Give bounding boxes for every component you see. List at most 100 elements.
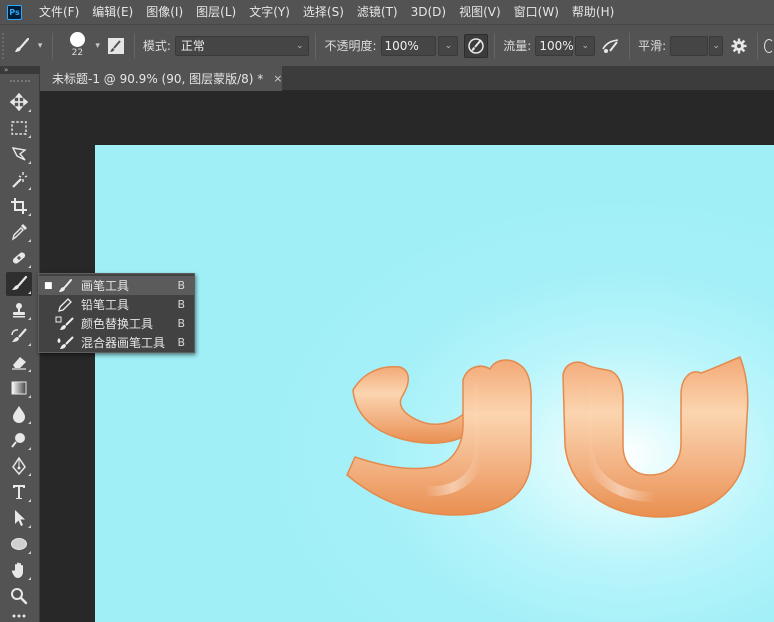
clone-stamp-tool[interactable]	[6, 298, 32, 322]
brush-tip-icon	[69, 31, 85, 47]
eraser-icon	[12, 357, 26, 370]
lasso-icon	[11, 147, 27, 161]
smoothing-label: 平滑:	[638, 39, 667, 53]
ellipse-tool[interactable]	[6, 532, 32, 556]
mode-label: 模式:	[142, 39, 171, 53]
history-brush-tool[interactable]	[6, 324, 32, 348]
magic-wand-icon	[12, 172, 28, 188]
eraser-tool[interactable]	[6, 350, 32, 374]
shortcut-key: B	[177, 317, 185, 330]
path-selection-tool[interactable]	[6, 506, 32, 530]
chevron-down-icon[interactable]: ▾	[38, 41, 43, 51]
tool-preset-brush-icon[interactable]	[10, 34, 34, 58]
menu-view[interactable]: 视图(V)	[459, 0, 501, 24]
move-tool[interactable]	[6, 90, 32, 114]
collapse-icon[interactable]: »	[4, 66, 8, 74]
flow-input[interactable]: 100%	[535, 35, 574, 56]
type-tool[interactable]	[6, 480, 32, 504]
color-replacement-icon	[55, 316, 75, 332]
menu-window[interactable]: 窗口(W)	[514, 0, 559, 24]
mode-select[interactable]: 正常 ⌄	[174, 35, 310, 56]
photoshop-window: Ps 文件(F) 编辑(E) 图像(I) 图层(L) 文字(Y) 选择(S) 滤…	[0, 0, 774, 622]
lasso-tool[interactable]	[6, 142, 32, 166]
divider	[757, 32, 759, 59]
shortcut-key: B	[177, 279, 185, 292]
opacity-dropdown[interactable]: ⌄	[438, 35, 459, 56]
toolbar-header[interactable]: »	[0, 66, 40, 74]
crop-tool[interactable]	[6, 194, 32, 218]
menu-select[interactable]: 选择(S)	[303, 0, 344, 24]
ps-logo[interactable]: Ps	[7, 4, 22, 20]
document-canvas[interactable]	[95, 145, 774, 622]
opacity-input[interactable]: 100%	[380, 35, 437, 56]
brush-icon	[12, 275, 28, 290]
flyout-label: 混合器画笔工具	[81, 336, 166, 350]
zoom-tool[interactable]	[6, 584, 32, 608]
bandage-icon	[12, 252, 26, 264]
gradient-tool[interactable]	[6, 376, 32, 400]
menu-help[interactable]: 帮助(H)	[572, 0, 614, 24]
history-brush-icon	[11, 328, 27, 342]
divider	[629, 32, 631, 59]
menu-3d[interactable]: 3D(D)	[411, 0, 446, 24]
mixer-brush-icon	[55, 335, 75, 351]
flyout-item-pencil[interactable]: 铅笔工具 B	[39, 295, 194, 314]
options-bar: ▾ 22 ▾ 模式: 正常 ⌄ 不透明度: 100% ⌄ 流量: 100% ⌄ …	[0, 24, 774, 66]
shortcut-key: B	[177, 336, 185, 349]
flow-label: 流量:	[503, 39, 532, 53]
menu-filter[interactable]: 滤镜(T)	[357, 0, 398, 24]
smoothing-dropdown[interactable]: ⌄	[709, 35, 724, 56]
selected-bullet: ■	[44, 280, 53, 291]
flyout-item-mixer-brush[interactable]: 混合器画笔工具 B	[39, 333, 194, 352]
options-grip[interactable]	[2, 32, 10, 59]
menu-layer[interactable]: 图层(L)	[196, 0, 236, 24]
document-tab-bar: 未标题-1 @ 90.9% (90, 图层蒙版/8) * ×	[40, 66, 774, 91]
healing-brush-tool[interactable]	[6, 246, 32, 270]
menu-file[interactable]: 文件(F)	[39, 0, 79, 24]
menu-edit[interactable]: 编辑(E)	[92, 0, 133, 24]
flyout-label: 铅笔工具	[81, 298, 130, 312]
divider	[315, 32, 317, 59]
eyedropper-tool[interactable]	[6, 220, 32, 244]
brush-tool[interactable]	[6, 272, 32, 296]
menu-type[interactable]: 文字(Y)	[249, 0, 290, 24]
chevron-down-icon[interactable]: ▾	[95, 41, 100, 51]
marquee-tool[interactable]	[6, 116, 32, 140]
dodge-tool[interactable]	[6, 428, 32, 452]
pressure-opacity-icon[interactable]	[464, 33, 489, 58]
toolbar-grip[interactable]	[10, 80, 30, 82]
blur-tool[interactable]	[6, 402, 32, 426]
ellipse-icon	[11, 538, 27, 550]
close-icon[interactable]: ×	[273, 72, 282, 85]
divider	[52, 32, 54, 59]
brush-icon	[55, 278, 75, 294]
brush-settings-icon[interactable]	[104, 34, 128, 58]
chevron-down-icon: ⌄	[581, 40, 590, 51]
flyout-item-brush[interactable]: ■ 画笔工具 B	[39, 276, 194, 295]
magic-wand-tool[interactable]	[6, 168, 32, 192]
divider	[133, 32, 135, 59]
stamp-icon	[13, 303, 25, 318]
symmetry-icon[interactable]	[764, 38, 774, 53]
pencil-icon	[55, 297, 75, 313]
document-tab[interactable]: 未标题-1 @ 90.9% (90, 图层蒙版/8) * ×	[40, 66, 283, 91]
flyout-label: 颜色替换工具	[81, 317, 154, 331]
more-tools[interactable]	[6, 610, 32, 622]
flyout-item-color-replacement[interactable]: 颜色替换工具 B	[39, 314, 194, 333]
flow-dropdown[interactable]: ⌄	[575, 35, 596, 56]
pen-tool[interactable]	[6, 454, 32, 478]
smoothing-input[interactable]	[670, 35, 709, 56]
menu-image[interactable]: 图像(I)	[146, 0, 183, 24]
dodge-icon	[11, 433, 25, 448]
brush-size-picker[interactable]: 22	[63, 28, 91, 64]
airbrush-icon[interactable]	[599, 34, 623, 58]
move-icon	[10, 93, 28, 111]
workspace	[40, 91, 774, 622]
brush-tools-flyout: ■ 画笔工具 B 铅笔工具 B 颜色替换工具 B 混合器画笔工具 B	[38, 273, 195, 353]
pen-icon	[12, 457, 26, 475]
type-icon	[13, 485, 25, 499]
gear-icon[interactable]	[727, 34, 751, 58]
hand-tool[interactable]	[6, 558, 32, 582]
opacity-value: 100%	[384, 38, 419, 53]
arrow-icon	[15, 510, 25, 526]
